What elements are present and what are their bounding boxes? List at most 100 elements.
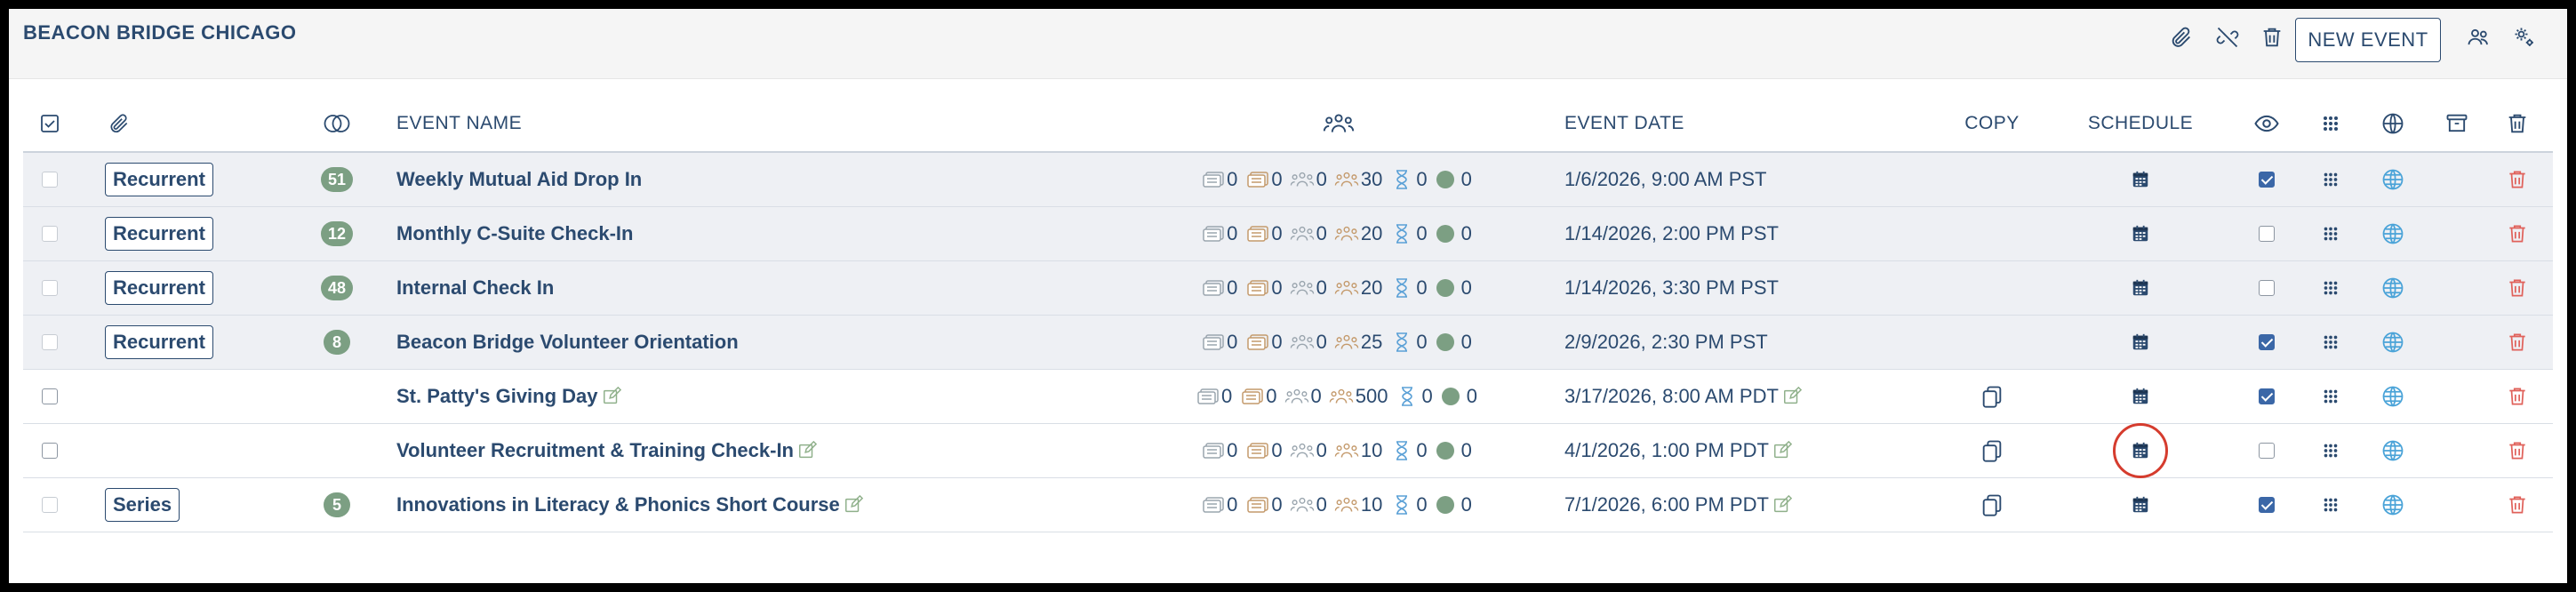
column-header-event-name[interactable]: EVENT NAME <box>396 96 841 151</box>
event-type-badge[interactable]: Recurrent <box>105 271 213 305</box>
event-name-link[interactable]: Internal Check In <box>396 276 554 300</box>
row-checkbox[interactable] <box>42 334 58 350</box>
delete-icon[interactable] <box>2506 276 2529 300</box>
calendar-icon[interactable] <box>2131 387 2150 406</box>
edit-date-icon[interactable] <box>1772 495 1792 515</box>
grid-icon[interactable] <box>2321 332 2340 352</box>
column-header-copy-label: COPY <box>1964 113 2020 133</box>
event-name-link[interactable]: Beacon Bridge Volunteer Orientation <box>396 331 739 354</box>
delete-cell <box>2500 424 2535 477</box>
visibility-checkbox[interactable] <box>2259 226 2275 242</box>
table-body: Recurrent 51 Weekly Mutual Aid Drop In 0… <box>23 153 2553 532</box>
calendar-icon[interactable] <box>2131 224 2150 244</box>
event-name-link[interactable]: Monthly C-Suite Check-In <box>396 222 633 245</box>
copy-icon[interactable] <box>1980 384 2004 409</box>
row-checkbox[interactable] <box>42 497 58 513</box>
row-checkbox-cell[interactable] <box>37 424 62 477</box>
status-count: 0 <box>1460 168 1472 190</box>
registered-count: 0 <box>1227 493 1238 516</box>
edit-date-icon[interactable] <box>1782 387 1802 406</box>
row-checkbox[interactable] <box>42 280 58 296</box>
waitlist-hourglass-icon <box>1389 276 1414 300</box>
calendar-icon[interactable] <box>2131 332 2150 352</box>
top-bar: BEACON BRIDGE CHICAGO NEW EVENT <box>9 9 2567 79</box>
grid-icon[interactable] <box>2321 441 2340 460</box>
settings-icon[interactable] <box>2510 23 2539 52</box>
event-name-cell: Internal Check In <box>396 261 1019 315</box>
calendar-icon[interactable] <box>2131 170 2150 189</box>
delete-icon[interactable] <box>2506 331 2529 354</box>
globe-cell <box>2375 153 2411 206</box>
unlink-icon[interactable] <box>2213 23 2242 52</box>
globe-icon[interactable] <box>2380 221 2405 246</box>
visibility-checkbox[interactable] <box>2259 334 2275 350</box>
edit-name-icon[interactable] <box>602 387 621 406</box>
occurrence-count-cell: 48 <box>315 261 359 315</box>
group-icon <box>1290 276 1315 300</box>
grid-icon[interactable] <box>2321 387 2340 406</box>
row-checkbox[interactable] <box>42 226 58 242</box>
event-name-cell: Innovations in Literacy & Phonics Short … <box>396 478 1019 532</box>
row-checkbox-cell[interactable] <box>37 153 62 206</box>
event-type-badge[interactable]: Recurrent <box>105 217 213 251</box>
grid-icon[interactable] <box>2321 495 2340 515</box>
globe-icon[interactable] <box>2380 276 2405 300</box>
row-checkbox-cell[interactable] <box>37 261 62 315</box>
visibility-cell <box>2249 261 2284 315</box>
edit-name-icon[interactable] <box>797 441 817 460</box>
edit-name-icon[interactable] <box>844 495 863 515</box>
delete-icon[interactable] <box>2506 168 2529 191</box>
calendar-icon[interactable] <box>2131 278 2150 298</box>
event-name-link[interactable]: Volunteer Recruitment & Training Check-I… <box>396 439 794 462</box>
row-checkbox[interactable] <box>42 388 58 404</box>
status-count: 0 <box>1460 439 1472 461</box>
row-checkbox-cell[interactable] <box>37 478 62 532</box>
copy-icon[interactable] <box>1980 438 2004 463</box>
trash-icon[interactable] <box>2258 23 2286 52</box>
edit-date-icon[interactable] <box>1772 441 1792 460</box>
grid-icon[interactable] <box>2321 278 2340 298</box>
event-type-badge[interactable]: Recurrent <box>105 325 213 359</box>
row-checkbox[interactable] <box>42 172 58 188</box>
delete-icon[interactable] <box>2506 439 2529 462</box>
visibility-checkbox[interactable] <box>2259 280 2275 296</box>
grid-icon[interactable] <box>2321 224 2340 244</box>
delete-icon[interactable] <box>2506 385 2529 408</box>
globe-icon[interactable] <box>2380 167 2405 192</box>
event-date-cell: 4/1/2026, 1:00 PM PDT <box>1564 424 1938 477</box>
row-checkbox[interactable] <box>42 443 58 459</box>
users-icon[interactable] <box>2464 23 2492 52</box>
copy-icon[interactable] <box>1980 492 2004 517</box>
globe-icon[interactable] <box>2380 492 2405 517</box>
event-type-cell: Recurrent <box>105 316 265 369</box>
globe-icon[interactable] <box>2380 384 2405 409</box>
row-checkbox-cell[interactable] <box>37 316 62 369</box>
event-type-badge[interactable]: Recurrent <box>105 163 213 196</box>
visibility-checkbox[interactable] <box>2259 497 2275 513</box>
visibility-checkbox[interactable] <box>2259 443 2275 459</box>
waitlist-count: 0 <box>1416 493 1428 516</box>
globe-icon[interactable] <box>2380 438 2405 463</box>
delete-icon[interactable] <box>2506 222 2529 245</box>
status-count: 0 <box>1460 331 1472 353</box>
calendar-icon[interactable] <box>2131 441 2150 460</box>
visibility-checkbox[interactable] <box>2259 172 2275 188</box>
event-name-link[interactable]: St. Patty's Giving Day <box>396 385 598 408</box>
calendar-icon[interactable] <box>2131 495 2150 515</box>
row-checkbox-cell[interactable] <box>37 370 62 423</box>
visibility-checkbox[interactable] <box>2259 388 2275 404</box>
row-checkbox-cell[interactable] <box>37 207 62 260</box>
event-type-cell: Recurrent <box>105 261 265 315</box>
grid-icon[interactable] <box>2321 170 2340 189</box>
grid-cell <box>2313 153 2348 206</box>
paperclip-icon[interactable] <box>2167 23 2196 52</box>
visibility-cell <box>2249 370 2284 423</box>
event-name-link[interactable]: Innovations in Literacy & Phonics Short … <box>396 493 840 516</box>
event-name-link[interactable]: Weekly Mutual Aid Drop In <box>396 168 642 191</box>
globe-icon[interactable] <box>2380 330 2405 355</box>
column-header-event-date[interactable]: EVENT DATE <box>1564 96 1938 151</box>
new-event-button[interactable]: NEW EVENT <box>2295 18 2441 62</box>
select-all-checkbox[interactable] <box>37 96 62 151</box>
delete-icon[interactable] <box>2506 493 2529 516</box>
event-type-badge[interactable]: Series <box>105 488 180 522</box>
